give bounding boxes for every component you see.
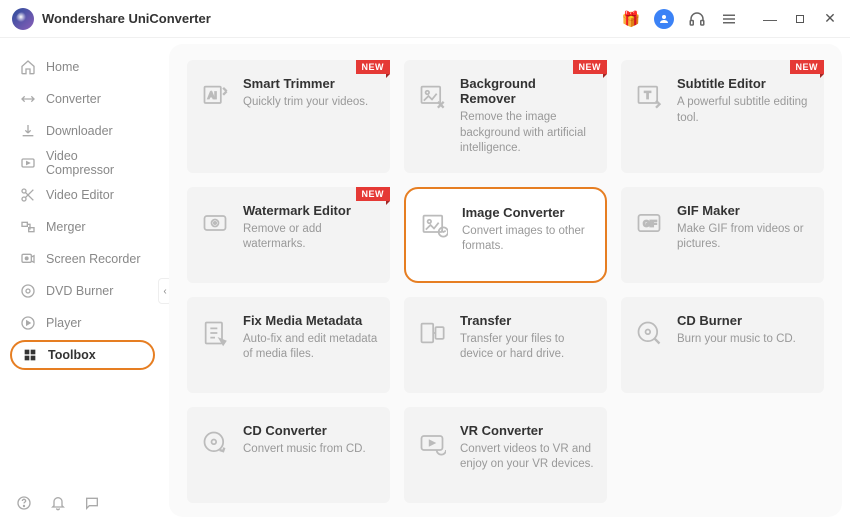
tool-card-image-converter[interactable]: Image Converter Convert images to other f… [404,187,607,283]
sidebar-item-label: DVD Burner [46,284,113,298]
help-icon[interactable] [16,495,32,511]
scissors-icon [20,187,36,203]
toolbox-icon [22,347,38,363]
card-icon [418,82,446,110]
card-title: Fix Media Metadata [243,313,378,328]
card-title: Transfer [460,313,595,328]
sidebar-item-player[interactable]: Player [10,308,155,338]
tool-card-cd-converter[interactable]: CD Converter Convert music from CD. [187,407,390,503]
tool-card-fix-media-metadata[interactable]: Fix Media Metadata Auto-fix and edit meta… [187,297,390,393]
card-title: VR Converter [460,423,595,438]
sidebar-item-dvd[interactable]: DVD Burner [10,276,155,306]
card-title: Image Converter [462,205,593,220]
sidebar-item-label: Player [46,316,81,330]
card-icon [201,209,229,237]
play-icon [20,315,36,331]
maximize-button[interactable] [792,11,808,27]
sidebar-item-label: Downloader [46,124,113,138]
card-desc: Convert videos to VR and enjoy on your V… [460,442,595,473]
svg-text:AI: AI [208,90,217,100]
bell-icon[interactable] [50,495,66,511]
card-icon: GIF [635,209,663,237]
minimize-button[interactable]: — [762,11,778,27]
app-logo [12,8,34,30]
sidebar-item-label: Video Editor [46,188,114,202]
card-title: Subtitle Editor [677,76,812,91]
compressor-icon [20,155,36,171]
tool-card-watermark-editor[interactable]: NEW Watermark Editor Remove or add waterma… [187,187,390,283]
headset-icon[interactable] [688,10,706,28]
card-desc: Remove or add watermarks. [243,222,378,253]
sidebar-item-label: Screen Recorder [46,252,141,266]
card-desc: Convert images to other formats. [462,224,593,255]
card-desc: Transfer your files to device or hard dr… [460,332,595,363]
sidebar-item-merger[interactable]: Merger [10,212,155,242]
card-icon: T [635,82,663,110]
svg-text:T: T [644,89,651,101]
sidebar-item-label: Video Compressor [46,149,145,177]
disc-icon [20,283,36,299]
menu-icon[interactable] [720,10,738,28]
card-icon: AI [201,82,229,110]
new-badge: NEW [356,60,391,74]
titlebar: Wondershare UniConverter 🎁 — ✕ [0,0,850,38]
card-title: Watermark Editor [243,203,378,218]
sidebar-item-editor[interactable]: Video Editor [10,180,155,210]
card-icon [201,429,229,457]
card-icon [635,319,663,347]
card-desc: Quickly trim your videos. [243,95,368,111]
card-title: CD Converter [243,423,366,438]
close-button[interactable]: ✕ [822,11,838,27]
svg-text:GIF: GIF [643,219,657,228]
sidebar-item-compressor[interactable]: Video Compressor [10,148,155,178]
sidebar: Home Converter Downloader Video Compress… [0,38,165,527]
card-title: GIF Maker [677,203,812,218]
sidebar-item-home[interactable]: Home [10,52,155,82]
recorder-icon [20,251,36,267]
card-desc: A powerful subtitle editing tool. [677,95,812,126]
app-title: Wondershare UniConverter [42,11,211,26]
sidebar-item-recorder[interactable]: Screen Recorder [10,244,155,274]
feedback-icon[interactable] [84,495,100,511]
main-content: NEW AI Smart Trimmer Quickly trim your vide… [169,44,842,517]
tool-card-background-remover[interactable]: NEW Background Remover Remove the image ba… [404,60,607,173]
card-title: Background Remover [460,76,595,106]
sidebar-item-downloader[interactable]: Downloader [10,116,155,146]
card-icon [418,429,446,457]
card-icon [418,319,446,347]
card-title: Smart Trimmer [243,76,368,91]
sidebar-item-converter[interactable]: Converter [10,84,155,114]
tool-card-subtitle-editor[interactable]: NEW T Subtitle Editor A powerful subtitle e… [621,60,824,173]
sidebar-item-label: Merger [46,220,86,234]
new-badge: NEW [573,60,608,74]
card-desc: Auto-fix and edit metadata of media file… [243,332,378,363]
tool-card-transfer[interactable]: Transfer Transfer your files to device or… [404,297,607,393]
card-desc: Burn your music to CD. [677,332,796,348]
download-icon [20,123,36,139]
new-badge: NEW [356,187,391,201]
converter-icon [20,91,36,107]
sidebar-item-label: Home [46,60,79,74]
user-avatar[interactable] [654,9,674,29]
tool-card-gif-maker[interactable]: GIF GIF Maker Make GIF from videos or pict… [621,187,824,283]
tool-card-vr-converter[interactable]: VR Converter Convert videos to VR and enj… [404,407,607,503]
card-desc: Convert music from CD. [243,442,366,458]
tool-card-cd-burner[interactable]: CD Burner Burn your music to CD. [621,297,824,393]
sidebar-item-label: Toolbox [48,348,96,362]
merger-icon [20,219,36,235]
home-icon [20,59,36,75]
card-icon [201,319,229,347]
card-desc: Make GIF from videos or pictures. [677,222,812,253]
card-desc: Remove the image background with artific… [460,110,595,157]
card-icon [420,211,448,239]
sidebar-item-toolbox[interactable]: Toolbox [10,340,155,370]
gift-icon[interactable]: 🎁 [622,10,640,28]
new-badge: NEW [790,60,825,74]
tool-card-smart-trimmer[interactable]: NEW AI Smart Trimmer Quickly trim your vide… [187,60,390,173]
card-title: CD Burner [677,313,796,328]
sidebar-item-label: Converter [46,92,101,106]
